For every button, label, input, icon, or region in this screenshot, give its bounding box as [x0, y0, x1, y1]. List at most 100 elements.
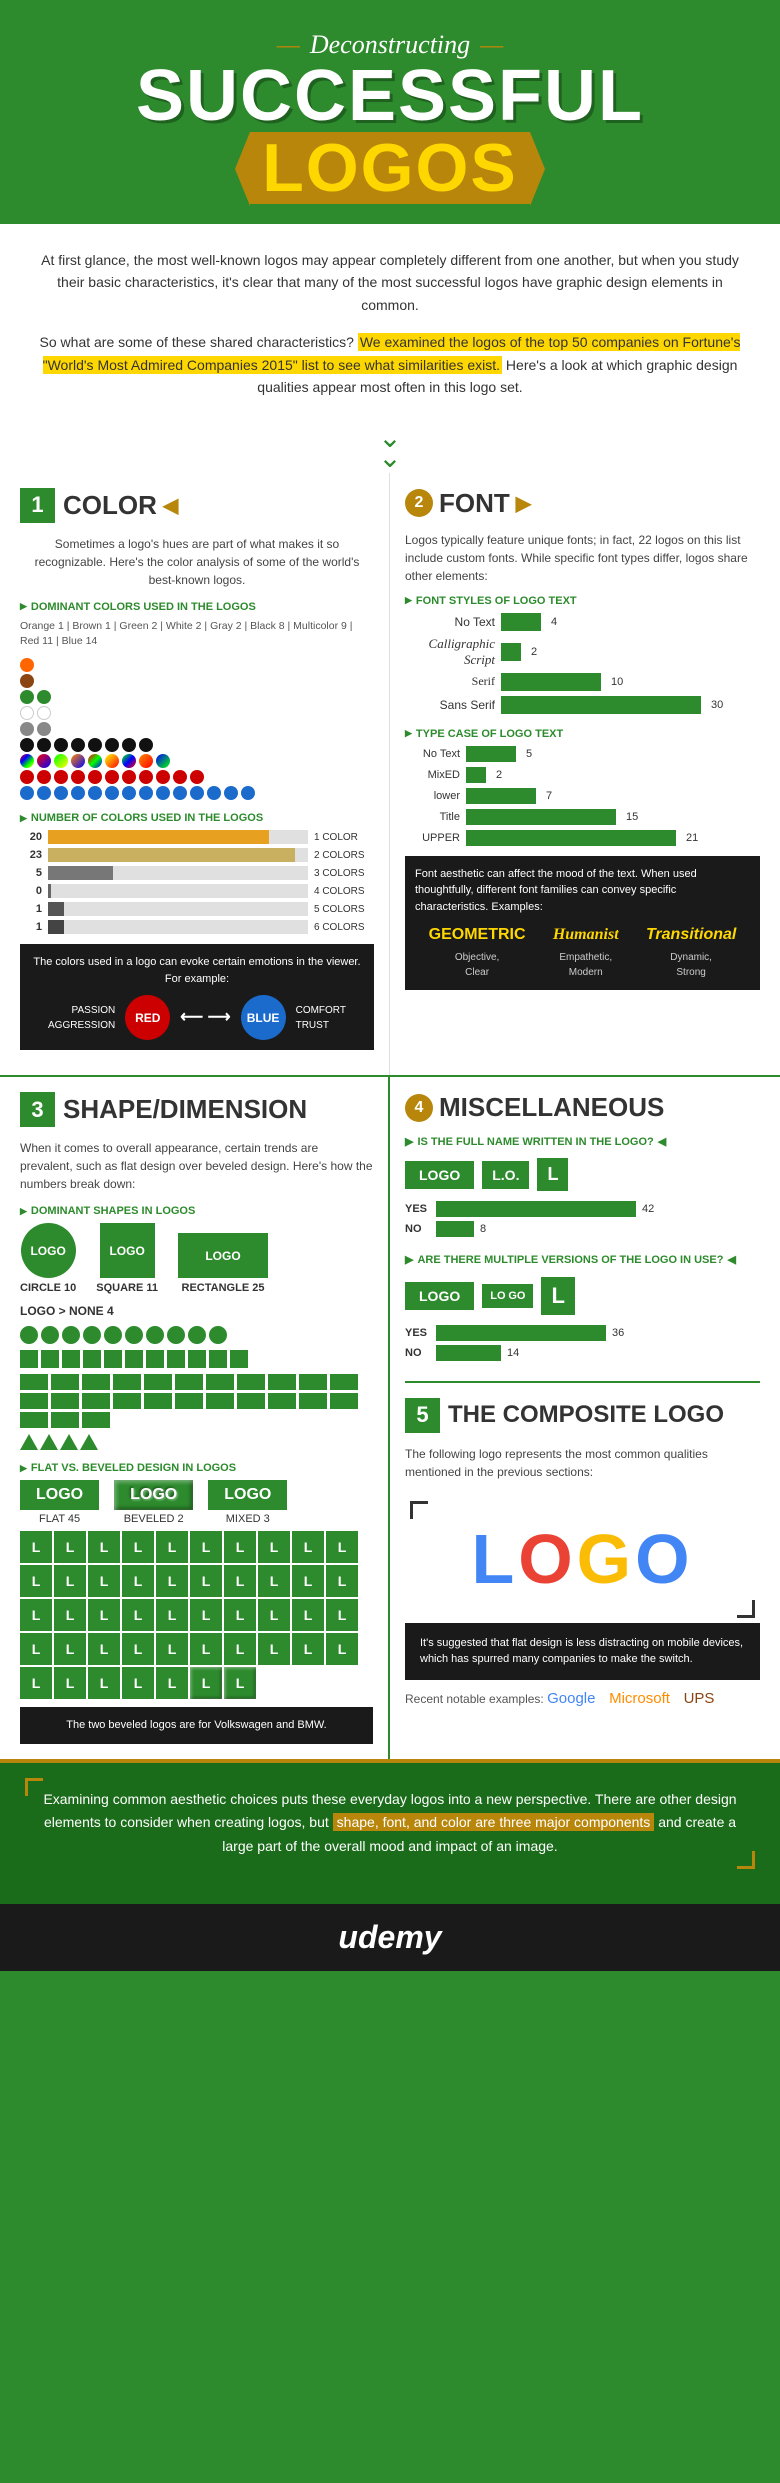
header: Deconstructing SUCCESSFUL LOGOS [0, 0, 780, 224]
typecase-lower: lower 7 [405, 788, 760, 804]
versions-yes-num: 36 [612, 1327, 624, 1339]
multi-dot [156, 754, 170, 768]
l-grid: L L L L L L L L L L L L L L L L L L L L [20, 1531, 373, 1699]
dominant-colors-label: DOMINANT COLORS USED IN THE LOGOS [20, 601, 374, 613]
rect-dot [20, 1374, 48, 1390]
l-flat-1: L [20, 1531, 52, 1563]
gray-dot-2 [37, 722, 51, 736]
composite-logo-area: LOGO [405, 1496, 760, 1623]
circle-dots-grid [20, 1326, 373, 1344]
logo-letter-o2: O [635, 1520, 693, 1598]
conclusion-content: Examining common aesthetic choices puts … [35, 1788, 745, 1859]
versions-yes-row: YES 36 [405, 1325, 760, 1341]
no-text-label: No Text [405, 615, 495, 629]
versions-yes-label: YES [405, 1327, 430, 1339]
tc-upper-num: 21 [686, 832, 698, 844]
blue-dots-row [20, 786, 374, 800]
multiple-versions-question: ▶ ARE THERE MULTIPLE VERSIONS OF THE LOG… [405, 1253, 760, 1268]
rectangle-logo: LOGO [178, 1233, 268, 1278]
none-label: LOGO > NONE 4 [20, 1304, 373, 1318]
red-dot [88, 770, 102, 784]
l-flat-2: L [54, 1531, 86, 1563]
shape-section-title: SHAPE/DIMENSION [63, 1094, 307, 1125]
versions-display: LOGO LOGO L [405, 1277, 760, 1315]
humanist-font-desc: Empathetic,Modern [559, 950, 612, 980]
l-flat-12: L [54, 1565, 86, 1597]
font-styles-label: FONT STYLES OF LOGO TEXT [405, 595, 760, 607]
tc-upper-label: UPPER [405, 832, 460, 844]
color-section-title: COLOR ◀ [63, 490, 178, 521]
circle-dot [209, 1326, 227, 1344]
composite-header: 5 THE COMPOSITE LOGO [405, 1398, 760, 1433]
transitional-font-item: Transitional Dynamic,Strong [646, 923, 736, 980]
bar-3color: 5 3 COLORS [20, 866, 374, 880]
versions-no-row: NO 14 [405, 1345, 760, 1361]
typecase-subsection: TYPE CASE OF LOGO TEXT No Text 5 MixED 2… [405, 728, 760, 846]
flat-bevel-section: FLAT VS. BEVELED DESIGN IN LOGOS LOGO FL… [20, 1462, 373, 1744]
intro-paragraph2: So what are some of these shared charact… [35, 331, 745, 398]
rect-dot [20, 1412, 48, 1428]
udemy-footer: udemy [0, 1904, 780, 1971]
red-dot [156, 770, 170, 784]
l-flat-35: L [156, 1633, 188, 1665]
mixed-logo: LOGO [208, 1480, 287, 1510]
square-label: SQUARE 11 [96, 1282, 158, 1294]
rectangle-shape-item: LOGO RECTANGLE 25 [178, 1233, 268, 1294]
conclusion-text: Examining common aesthetic choices puts … [35, 1788, 745, 1859]
blue-dot [88, 786, 102, 800]
l-flat-9: L [292, 1531, 324, 1563]
black-dot [139, 738, 153, 752]
rect-dot [113, 1393, 141, 1409]
multi-dot [20, 754, 34, 768]
white-dots-row [20, 706, 374, 720]
l-flat-38: L [258, 1633, 290, 1665]
versions-no-num: 14 [507, 1347, 519, 1359]
versions-grid-box: LOGO [482, 1284, 533, 1308]
shape-misc-row: 3 SHAPE/DIMENSION When it comes to overa… [0, 1075, 780, 1759]
l-flat-27: L [224, 1599, 256, 1631]
l-flat-36: L [190, 1633, 222, 1665]
multi-dot [54, 754, 68, 768]
logo-versions-display: LOGO L.O. L [405, 1158, 760, 1191]
black-dot [105, 738, 119, 752]
l-flat-14: L [122, 1565, 154, 1597]
l-flat-42: L [54, 1667, 86, 1699]
humanist-font-name: Humanist [553, 923, 619, 947]
font-aesthetic-box: Font aesthetic can affect the mood of th… [405, 856, 760, 991]
blue-dot [190, 786, 204, 800]
logo-letter-o1: O [518, 1520, 576, 1598]
square-dot [125, 1350, 143, 1368]
multi-dot [71, 754, 85, 768]
rect-dot [237, 1393, 265, 1409]
bar-5color: 1 5 COLORS [20, 902, 374, 916]
rect-dot [268, 1393, 296, 1409]
l-flat-20: L [326, 1565, 358, 1597]
arrow-right-icon: ◀ [658, 1135, 666, 1150]
tc-title-label: Title [405, 811, 460, 823]
tc-upper-bar [466, 830, 676, 846]
tc-notext-label: No Text [405, 748, 460, 760]
l-flat-41: L [20, 1667, 52, 1699]
rect-dots-grid [20, 1374, 373, 1428]
full-name-yes-num: 42 [642, 1203, 654, 1215]
conclusion-highlight: shape, font, and color are three major c… [333, 1813, 655, 1831]
rect-dot [237, 1374, 265, 1390]
serif-num: 10 [611, 676, 623, 688]
calligraphic-bar [501, 643, 521, 661]
transitional-font-name: Transitional [646, 923, 736, 947]
tc-lower-bar [466, 788, 536, 804]
l-flat-3: L [88, 1531, 120, 1563]
tri-2 [40, 1434, 58, 1450]
square-dots-grid [20, 1350, 373, 1368]
sans-serif-bar-row: Sans Serif 30 [405, 696, 760, 714]
l-flat-44: L [122, 1667, 154, 1699]
square-dot [62, 1350, 80, 1368]
versions-yes-bar [436, 1325, 606, 1341]
passion-aggression-label: PASSIONAGGRESSION [48, 1003, 115, 1033]
red-dot [105, 770, 119, 784]
triangle-row [20, 1434, 373, 1450]
l-flat-45: L [156, 1667, 188, 1699]
typecase-upper: UPPER 21 [405, 830, 760, 846]
square-dot [41, 1350, 59, 1368]
bullet-icon-2: ▶ [405, 1253, 413, 1268]
